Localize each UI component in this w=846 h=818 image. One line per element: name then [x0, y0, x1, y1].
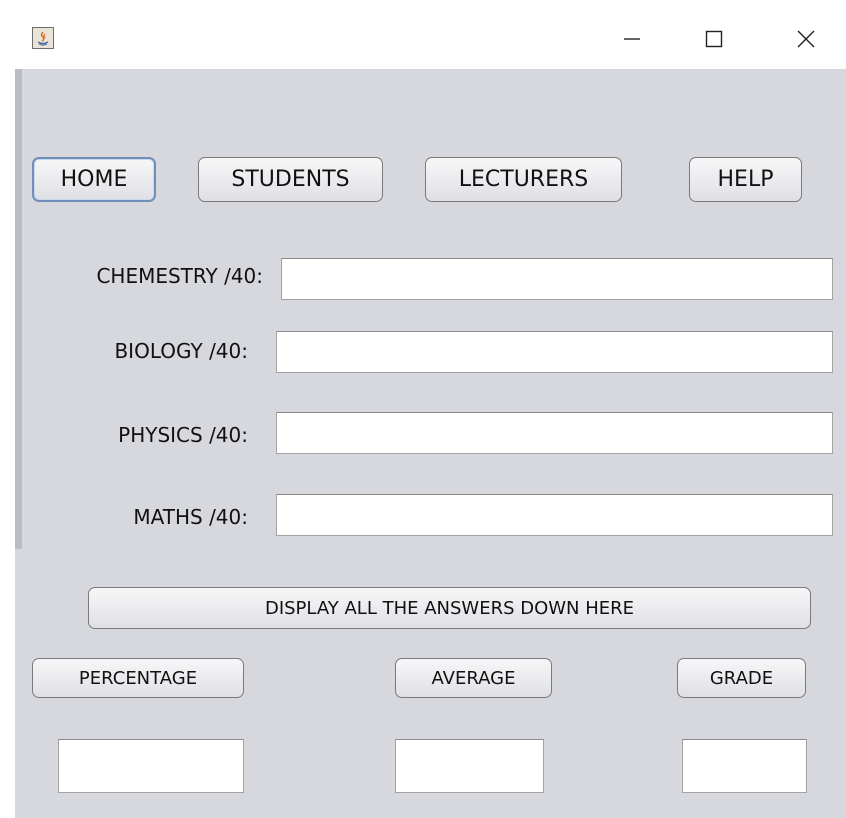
physics-label: PHYSICS /40:	[118, 423, 248, 447]
chemistry-label: CHEMESTRY /40:	[96, 264, 263, 288]
maths-input[interactable]	[276, 494, 833, 536]
app-window: HOME STUDENTS LECTURERS HELP CHEMESTRY /…	[15, 5, 846, 818]
physics-input[interactable]	[276, 412, 833, 454]
maximize-icon	[705, 30, 723, 48]
percentage-result-field[interactable]	[58, 739, 244, 793]
maximize-button[interactable]	[685, 17, 743, 61]
window-edge-shadow	[15, 69, 22, 549]
maths-label: MATHS /40:	[133, 505, 248, 529]
close-icon	[797, 30, 815, 48]
home-button[interactable]: HOME	[32, 157, 156, 202]
chemistry-input[interactable]	[281, 258, 833, 300]
biology-label: BIOLOGY /40:	[114, 339, 248, 363]
students-button[interactable]: STUDENTS	[198, 157, 383, 202]
grade-button[interactable]: GRADE	[677, 658, 806, 698]
java-app-icon	[32, 27, 54, 49]
display-all-button[interactable]: DISPLAY ALL THE ANSWERS DOWN HERE	[88, 587, 811, 629]
title-bar	[15, 5, 846, 69]
average-result-field[interactable]	[395, 739, 544, 793]
biology-input[interactable]	[276, 331, 833, 373]
average-button[interactable]: AVERAGE	[395, 658, 552, 698]
minimize-button[interactable]	[603, 17, 661, 61]
percentage-button[interactable]: PERCENTAGE	[32, 658, 244, 698]
help-button[interactable]: HELP	[689, 157, 802, 202]
grade-result-field[interactable]	[682, 739, 807, 793]
minimize-icon	[624, 38, 640, 40]
close-button[interactable]	[777, 17, 835, 61]
lecturers-button[interactable]: LECTURERS	[425, 157, 622, 202]
